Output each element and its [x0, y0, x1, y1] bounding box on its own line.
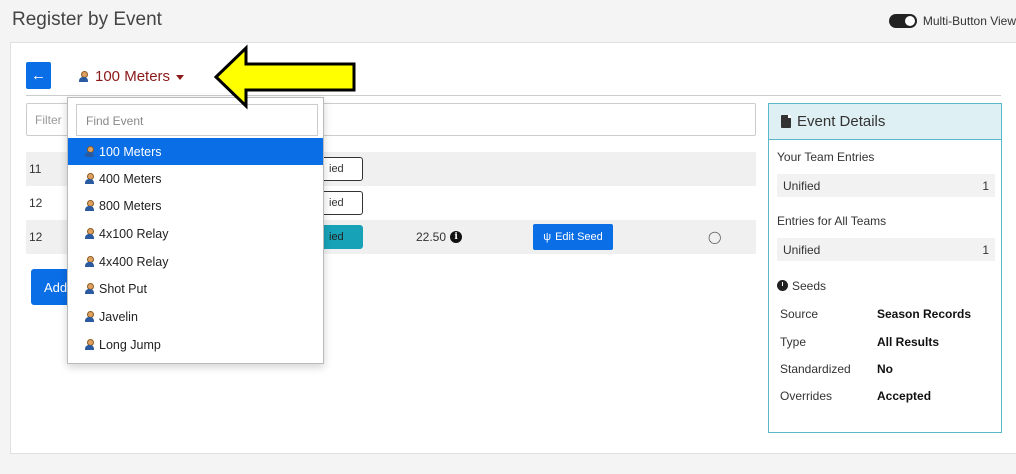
dropdown-item[interactable]: 400 Meters — [68, 165, 323, 192]
dropdown-item[interactable]: 800 Meters — [68, 192, 323, 219]
seed-standardized-label: Standardized — [780, 362, 851, 376]
event-selector[interactable]: 100 Meters — [78, 68, 185, 85]
dropdown-item[interactable]: 4x400 Relay — [68, 248, 323, 275]
team-count: 1 — [982, 242, 989, 257]
dropdown-item[interactable]: Long Jump — [68, 331, 323, 358]
back-button[interactable]: ← — [26, 62, 51, 89]
seed-type-value: All Results — [877, 335, 940, 349]
dropdown-item-label: 800 Meters — [99, 198, 162, 213]
seed-source-label: Source — [780, 307, 819, 321]
your-team-entries-label: Your Team Entries — [777, 150, 875, 164]
add-button[interactable]: Add — [31, 269, 71, 305]
seed-overrides-value: Accepted — [877, 389, 932, 403]
team-name: Unified — [783, 178, 821, 193]
all-teams-entries-label: Entries for All Teams — [777, 214, 887, 228]
dropdown-item-label: Long Jump — [99, 337, 161, 352]
edit-seed-button[interactable]: ψ Edit Seed — [533, 224, 613, 250]
team-name: Unified — [783, 242, 821, 257]
info-icon[interactable]: i — [450, 231, 463, 243]
seed-value: 22.50 i — [416, 230, 463, 244]
seed-overrides-label: Overrides — [780, 389, 833, 403]
seed-type-label: Type — [780, 335, 807, 349]
comment-icon[interactable]: ◯ — [708, 230, 721, 244]
person-icon — [84, 283, 95, 294]
your-team-entry-row: Unified 1 — [777, 174, 995, 197]
event-dropdown: Find Event 100 Meters 400 Meters 800 Met… — [67, 97, 324, 364]
person-icon — [84, 228, 95, 239]
dropdown-item-label: 100 Meters — [99, 144, 162, 159]
person-icon — [84, 256, 95, 267]
row-number: 11 — [29, 162, 42, 176]
person-icon — [78, 71, 89, 82]
all-teams-entry-row: Unified 1 — [777, 238, 995, 261]
page-header: Register by Event Multi-Button View — [0, 0, 1016, 42]
multi-button-view-toggle[interactable]: Multi-Button View — [888, 14, 1016, 28]
dropdown-item[interactable]: Javelin — [68, 303, 323, 330]
person-icon — [84, 339, 95, 350]
seed-standardized-value: No — [877, 362, 893, 376]
dropdown-item-label: Javelin — [99, 309, 138, 324]
seeds-label: Seeds — [792, 279, 827, 293]
dropdown-item[interactable]: 4x100 Relay — [68, 220, 323, 247]
divider — [26, 95, 1001, 96]
caret-down-icon — [176, 75, 185, 80]
team-count: 1 — [982, 178, 989, 193]
callout-arrow-icon — [213, 44, 356, 110]
edit-seed-label: Edit Seed — [555, 231, 603, 243]
event-details-title: Event Details — [797, 113, 886, 130]
row-number: 12 — [29, 196, 43, 210]
person-icon — [84, 173, 95, 184]
person-icon — [84, 146, 95, 157]
arrow-left-icon: ← — [31, 67, 46, 84]
dropdown-item-label: Shot Put — [99, 281, 147, 296]
dropdown-item-label: 4x100 Relay — [99, 226, 169, 241]
person-icon — [84, 311, 95, 322]
clock-icon — [777, 280, 788, 291]
seed-source-value: Season Records — [877, 307, 972, 321]
seed-value-text: 22.50 — [416, 230, 447, 244]
event-details-panel: Event Details Your Team Entries Unified … — [768, 103, 1002, 433]
document-icon — [781, 115, 791, 128]
row-number: 12 — [29, 230, 43, 244]
event-details-header: Event Details — [769, 104, 1001, 140]
person-icon — [84, 200, 95, 211]
seedling-icon: ψ — [543, 231, 552, 243]
toggle-switch-icon[interactable] — [888, 14, 917, 28]
multi-button-view-label: Multi-Button View — [922, 14, 1016, 28]
dropdown-item-label: 4x400 Relay — [99, 254, 169, 269]
dropdown-item-label: 400 Meters — [99, 171, 162, 186]
dropdown-item[interactable]: Shot Put — [68, 275, 323, 302]
seeds-heading: Seeds — [777, 279, 826, 293]
current-event-label: 100 Meters — [95, 68, 171, 85]
page-title: Register by Event — [12, 9, 162, 30]
dropdown-item[interactable]: 100 Meters — [68, 138, 323, 165]
